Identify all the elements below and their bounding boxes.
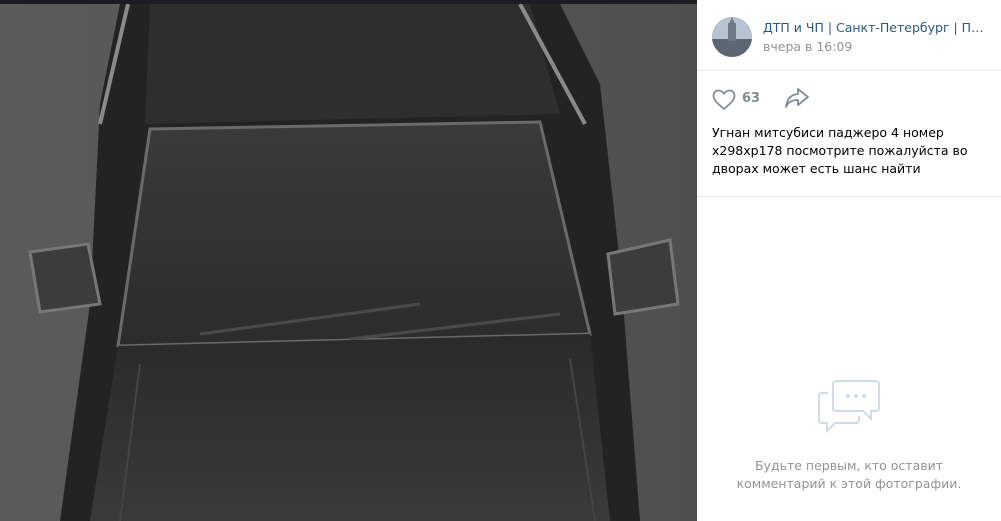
like-button[interactable]: 63	[712, 87, 772, 111]
cctv-car-photo	[0, 4, 697, 521]
empty-comments-line-2: комментарий к этой фотографии.	[736, 476, 962, 491]
post-date[interactable]: вчера в 16:09	[763, 39, 852, 54]
author-name-link[interactable]: ДТП и ЧП | Санкт-Петербург | Пите…	[763, 20, 991, 35]
like-count: 63	[742, 91, 761, 106]
photo-viewer-image[interactable]	[0, 4, 697, 521]
divider	[697, 196, 1001, 197]
post-header: ДТП и ЧП | Санкт-Петербург | Пите… вчера…	[697, 0, 1001, 71]
photo-description: Угнан митсубиси паджеро 4 номер х298хр17…	[712, 125, 968, 176]
chat-bubbles-icon	[818, 380, 880, 434]
empty-comments: Будьте первым, кто оставит комментарий к…	[697, 375, 1001, 493]
share-arrow-icon	[785, 88, 809, 108]
empty-comments-text: Будьте первым, кто оставит комментарий к…	[697, 457, 1001, 493]
share-button[interactable]	[784, 87, 812, 111]
side-panel: ДТП и ЧП | Санкт-Петербург | Пите… вчера…	[697, 0, 1001, 521]
post-actions: 63	[712, 87, 992, 111]
empty-comments-line-1: Будьте первым, кто оставит	[754, 458, 944, 473]
author-avatar[interactable]	[712, 17, 752, 57]
heart-outline-icon	[712, 89, 736, 111]
